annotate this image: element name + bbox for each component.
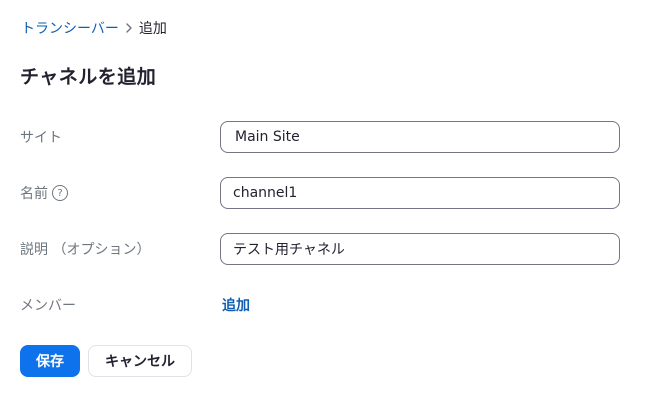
description-field[interactable] <box>220 233 620 265</box>
add-member-link[interactable]: 追加 <box>222 289 250 321</box>
name-label: 名前 <box>20 186 48 202</box>
breadcrumb-transceivers-link[interactable]: トランシーバー <box>21 18 119 38</box>
name-row: 名前 ? <box>20 177 620 209</box>
help-icon[interactable]: ? <box>52 185 68 201</box>
members-label: メンバー <box>20 298 76 314</box>
name-field[interactable] <box>220 177 620 209</box>
description-row: 説明 （オプション） <box>20 233 620 265</box>
description-label: 説明 （オプション） <box>20 242 151 258</box>
chevron-right-icon <box>119 23 139 33</box>
site-field[interactable] <box>220 121 620 153</box>
breadcrumb: トランシーバー 追加 <box>21 18 167 38</box>
cancel-button[interactable]: キャンセル <box>88 345 192 377</box>
save-button[interactable]: 保存 <box>20 345 80 377</box>
page-title: チャネルを追加 <box>20 66 157 88</box>
name-label-wrap: 名前 ? <box>20 177 68 209</box>
members-row: メンバー 追加 <box>20 289 620 321</box>
site-row: サイト <box>20 121 620 153</box>
add-channel-page: トランシーバー 追加 チャネルを追加 サイト 名前 ? 説明 （オプション） メ… <box>0 0 652 405</box>
site-label: サイト <box>20 130 62 146</box>
breadcrumb-current: 追加 <box>138 21 167 37</box>
